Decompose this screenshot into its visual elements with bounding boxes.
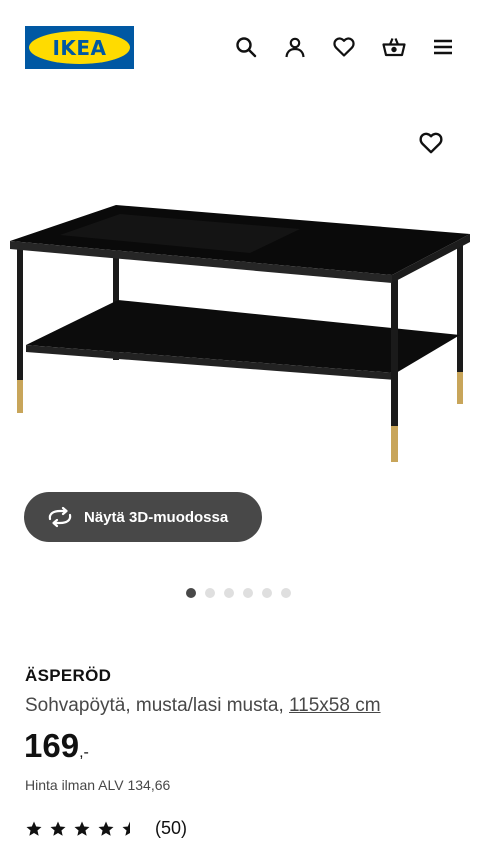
view-3d-label: Näytä 3D-muodossa <box>84 508 229 526</box>
gallery-pagination <box>186 588 291 598</box>
description-text: Sohvapöytä, musta/lasi musta, <box>25 695 290 716</box>
heart-icon[interactable] <box>331 34 357 60</box>
rotate-3d-icon <box>48 506 72 528</box>
product-name: ÄSPERÖD <box>25 666 112 685</box>
star-half-icon <box>122 821 130 836</box>
product-price: 169,- <box>24 727 89 765</box>
product-image[interactable] <box>0 120 480 480</box>
pagination-dot[interactable] <box>186 588 196 598</box>
pagination-dot[interactable] <box>224 588 234 598</box>
price-suffix: ,- <box>79 744 89 761</box>
price-main: 169 <box>24 727 80 764</box>
basket-icon[interactable] <box>381 34 407 60</box>
search-icon[interactable] <box>233 34 259 60</box>
pagination-dot[interactable] <box>243 588 253 598</box>
star-full-icon <box>98 821 114 836</box>
star-full-icon <box>50 821 66 836</box>
star-full-icon <box>26 821 42 836</box>
pagination-dot[interactable] <box>205 588 215 598</box>
menu-icon[interactable] <box>430 34 456 60</box>
star-full-icon <box>74 821 90 836</box>
profile-icon[interactable] <box>282 34 308 60</box>
size-link[interactable]: 115x58 cm <box>289 695 381 716</box>
logo-oval: IKEA <box>29 31 130 64</box>
price-excl-vat: Hinta ilman ALV 134,66 <box>25 777 171 793</box>
logo-text: IKEA <box>52 35 107 60</box>
review-count[interactable]: (50) <box>155 818 187 839</box>
view-3d-button[interactable]: Näytä 3D-muodossa <box>24 492 262 542</box>
header: IKEA <box>0 0 480 96</box>
pagination-dot[interactable] <box>262 588 272 598</box>
pagination-dot[interactable] <box>281 588 291 598</box>
product-description: Sohvapöytä, musta/lasi musta, 115x58 cm <box>25 695 381 717</box>
ikea-logo[interactable]: IKEA <box>25 26 134 69</box>
rating[interactable]: (50) <box>25 818 187 839</box>
